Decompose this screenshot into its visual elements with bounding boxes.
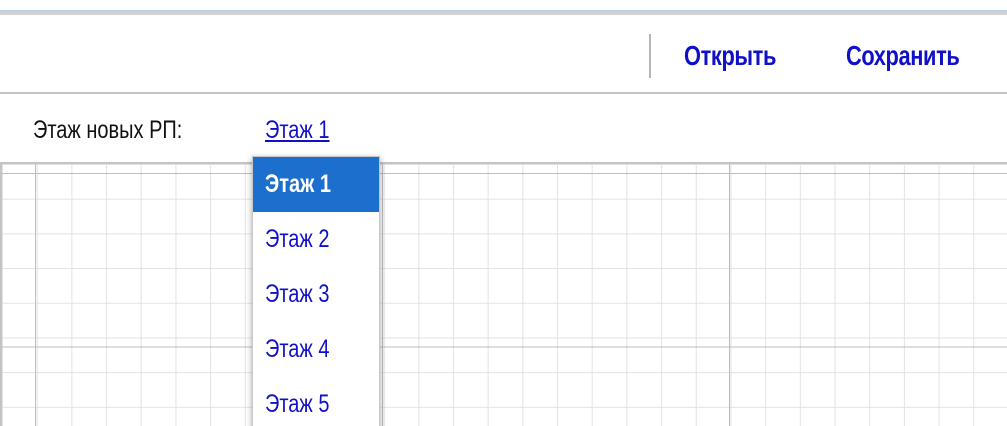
floor-option-3[interactable]: Этаж 3	[253, 267, 379, 322]
floor-selector-value[interactable]: Этаж 1	[265, 116, 330, 145]
floor-option-label: Этаж 5	[265, 390, 330, 418]
save-button[interactable]: Сохранить	[846, 40, 960, 72]
floor-option-label: Этаж 3	[265, 280, 330, 308]
floor-option-1[interactable]: Этаж 1	[253, 157, 379, 212]
floor-option-label: Этаж 1	[265, 170, 332, 198]
floor-selector-label: Этаж новых РП:	[33, 116, 183, 144]
floor-option-4[interactable]: Этаж 4	[253, 322, 379, 377]
toolbar: Открыть Сохранить	[0, 16, 1007, 94]
floor-dropdown: Этаж 1 Этаж 2 Этаж 3 Этаж 4 Этаж 5	[252, 156, 380, 426]
floor-plan-canvas[interactable]	[0, 164, 1007, 426]
app-page: Открыть Сохранить Этаж новых РП: Этаж 1 …	[0, 0, 1007, 426]
floor-option-5[interactable]: Этаж 5	[253, 377, 379, 426]
floor-option-label: Этаж 2	[265, 225, 330, 253]
floor-option-2[interactable]: Этаж 2	[253, 212, 379, 267]
toolbar-separator	[649, 34, 651, 78]
top-accent-bar	[0, 0, 1007, 15]
floor-option-label: Этаж 4	[265, 335, 330, 363]
floor-selector-bar: Этаж новых РП: Этаж 1	[0, 94, 1007, 164]
open-button[interactable]: Открыть	[684, 40, 776, 72]
